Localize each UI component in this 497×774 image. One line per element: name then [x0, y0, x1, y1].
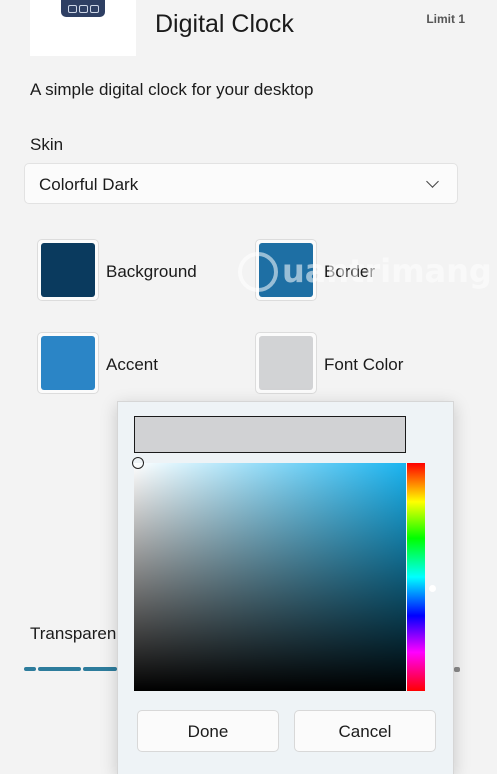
- hue-slider-handle[interactable]: [429, 585, 436, 592]
- watermark-logo: uantrimang: [238, 252, 492, 296]
- font-color-fill: [259, 336, 313, 390]
- skin-label: Skin: [30, 135, 64, 154]
- skin-dropdown[interactable]: Colorful Dark: [24, 163, 458, 204]
- widget-settings-page: Digital Clock Limit 1 A simple digital c…: [0, 0, 497, 774]
- limit-badge: Limit 1: [426, 12, 465, 26]
- color-selector-handle[interactable]: [132, 457, 144, 469]
- color-picker-flyout: Done Cancel: [117, 401, 454, 774]
- background-color-fill: [41, 243, 95, 297]
- watermark-text: uantrimang: [282, 252, 492, 290]
- saturation-value-area[interactable]: [134, 463, 406, 691]
- transparency-slider-end[interactable]: [454, 667, 460, 672]
- done-button[interactable]: Done: [137, 710, 279, 752]
- widget-title: Digital Clock: [155, 10, 294, 38]
- chevron-down-icon: [426, 175, 439, 188]
- widget-description: A simple digital clock for your desktop: [30, 80, 314, 99]
- font-color-swatch[interactable]: [255, 332, 317, 394]
- watermark-circle-icon: [238, 252, 278, 292]
- transparency-slider-segment[interactable]: [24, 667, 36, 671]
- color-preview: [134, 416, 406, 453]
- transparency-label: Transparenc: [30, 624, 125, 643]
- background-color-swatch[interactable]: [37, 239, 99, 301]
- transparency-slider-segment[interactable]: [83, 667, 117, 671]
- hue-slider[interactable]: [407, 463, 425, 691]
- transparency-slider-segment[interactable]: [38, 667, 81, 671]
- accent-color-label: Accent: [106, 355, 158, 374]
- accent-color-fill: [41, 336, 95, 390]
- skin-selected-value: Colorful Dark: [39, 175, 139, 194]
- font-color-label: Font Color: [324, 355, 404, 374]
- clock-display-icon: [61, 0, 105, 17]
- accent-color-swatch[interactable]: [37, 332, 99, 394]
- background-color-label: Background: [106, 262, 197, 281]
- widget-thumbnail: [30, 0, 136, 56]
- cancel-button[interactable]: Cancel: [294, 710, 436, 752]
